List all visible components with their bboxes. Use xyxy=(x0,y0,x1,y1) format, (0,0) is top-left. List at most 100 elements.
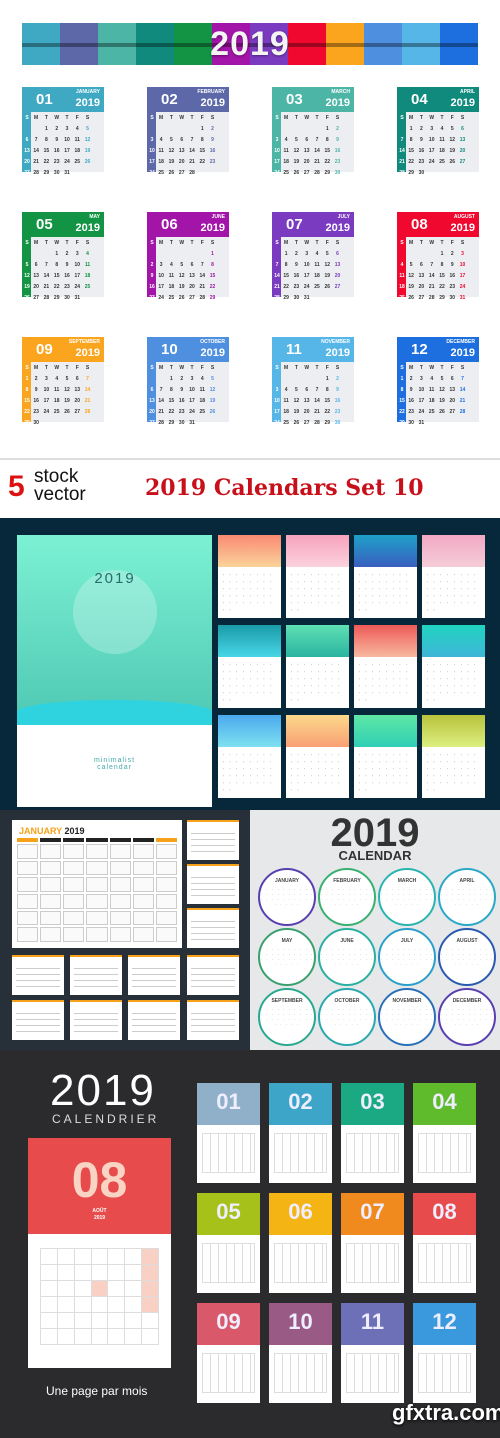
day-cell: 14 xyxy=(314,398,320,404)
day-cell: 10 xyxy=(189,387,195,393)
day-cell: 3 xyxy=(275,137,279,143)
day-cell: 26 xyxy=(449,159,456,165)
day-cell: 9 xyxy=(150,273,154,279)
day-cell: 17 xyxy=(274,159,280,165)
day-cell: 15 xyxy=(209,273,216,279)
day-grid xyxy=(346,1243,399,1283)
weekday-label: F xyxy=(450,240,454,246)
weekday-header xyxy=(17,838,39,842)
day-cell: 5 xyxy=(86,126,89,132)
day-cell xyxy=(40,877,62,892)
day-cell: 11 xyxy=(283,148,289,154)
weekday-label: S xyxy=(150,240,154,246)
day-cell: 15 xyxy=(43,148,50,154)
day-grid: · · · · · · · · · · · · · · · · · · · · … xyxy=(358,754,410,793)
month-number: 01 xyxy=(216,1089,241,1114)
month-number: 08 xyxy=(432,1199,457,1224)
day-cell: 16 xyxy=(418,148,425,154)
day-cell xyxy=(108,1281,126,1297)
day-cell: 1 xyxy=(284,251,288,257)
day-cell: 21 xyxy=(33,159,39,165)
day-cell xyxy=(40,894,62,909)
day-cell: 26 xyxy=(168,170,175,176)
day-cell: 26 xyxy=(178,295,185,301)
day-cell: 23 xyxy=(53,159,60,165)
month-circle: JANUARY · · · · · · · · · · · · · · · · ·… xyxy=(258,868,316,926)
day-cell: 29 xyxy=(283,295,289,301)
mini-month xyxy=(12,955,64,995)
day-grid: · · · · · · · · · · · · · · · · · · · · … xyxy=(426,754,478,793)
day-cell: 8 xyxy=(440,262,444,268)
weekday-label: F xyxy=(450,365,454,371)
day-cell xyxy=(197,305,207,314)
day-cell: 17 xyxy=(189,398,195,404)
day-cell: 1 xyxy=(45,126,48,132)
day-grid: · · · · · · · · · · · · · · · · · · · · … xyxy=(426,664,478,703)
day-cell: 21 xyxy=(158,409,164,415)
day-cell: 12 xyxy=(209,387,216,393)
day-cell: 10 xyxy=(158,273,164,279)
month-number: 05 xyxy=(216,1199,241,1224)
day-cell xyxy=(322,294,332,303)
day-cell: 11 xyxy=(199,387,205,393)
day-cell: 5 xyxy=(295,137,298,143)
day-cell xyxy=(197,250,207,259)
day-cell xyxy=(23,125,31,134)
month-header: 12 xyxy=(413,1303,476,1345)
day-cell: 13 xyxy=(418,273,425,279)
day-cell xyxy=(312,294,322,303)
day-cell: 30 xyxy=(33,420,39,426)
day-cell: 17 xyxy=(64,148,70,154)
mini-month xyxy=(187,1000,239,1040)
month-page: 10 xyxy=(269,1303,332,1403)
day-cell xyxy=(41,1329,58,1345)
day-cell: 21 xyxy=(43,284,50,290)
day-cell: 6 xyxy=(25,137,29,143)
month-card: 10 OCTOBER 2019 S M T W T F S 1 2 3 4 5 6 7 8 9 10 11 12 13 14 1… xyxy=(147,337,229,426)
month-name: MARCH xyxy=(331,89,350,95)
day-cell xyxy=(142,1265,159,1281)
day-cell: 13 xyxy=(178,148,185,154)
day-cell: 15 xyxy=(199,148,206,154)
day-grid: · · · · · · · · · · · · · · · · · · · · … xyxy=(440,948,494,966)
day-cell xyxy=(63,877,85,892)
month-header xyxy=(354,715,417,747)
month-number: 08 xyxy=(411,216,428,233)
day-cell: 4 xyxy=(400,262,404,268)
day-cell: 20 xyxy=(24,159,30,165)
weekday-label: T xyxy=(315,240,319,246)
day-cell: 21 xyxy=(84,398,91,404)
day-cell: 1 xyxy=(325,126,329,132)
day-cell: 5 xyxy=(65,376,69,382)
day-cell: 11 xyxy=(283,398,289,404)
weekday-label: M xyxy=(159,365,164,371)
day-cell: 13 xyxy=(189,273,195,279)
day-cell xyxy=(406,250,416,259)
day-cell: 11 xyxy=(399,273,405,279)
mini-month xyxy=(70,1000,122,1040)
month-header xyxy=(218,625,281,657)
day-cell xyxy=(322,180,332,189)
month-number: 04 xyxy=(411,91,428,108)
day-cell: 4 xyxy=(55,376,59,382)
month-year: 2019 xyxy=(200,347,225,359)
weekday-label: F xyxy=(325,115,329,121)
day-cell: 20 xyxy=(74,398,81,404)
day-grid xyxy=(202,1243,255,1283)
day-cell: 9 xyxy=(211,137,214,143)
day-cell: 11 xyxy=(429,387,435,393)
day-cell: 2 xyxy=(450,251,454,257)
featured-month-page: 08 AOÛT 2019 xyxy=(28,1138,171,1368)
day-cell xyxy=(57,1313,75,1329)
weekday-label: S xyxy=(210,365,215,371)
day-cell xyxy=(132,910,154,926)
weekday-label: S xyxy=(335,115,340,121)
day-cell: 2 xyxy=(336,376,339,382)
day-cell: 15 xyxy=(324,148,331,154)
day-cell xyxy=(125,1313,143,1329)
month-card: 05 MAY 2019 S M T W T F S 1 2 3 4 5 6 7 8 9 10 11 12 13 14 15 16 1… xyxy=(22,212,104,301)
month-year: 2019 xyxy=(450,222,475,234)
day-cell: 18 xyxy=(84,273,91,279)
month-header: 05 xyxy=(197,1193,260,1235)
day-cell: 27 xyxy=(149,420,155,426)
